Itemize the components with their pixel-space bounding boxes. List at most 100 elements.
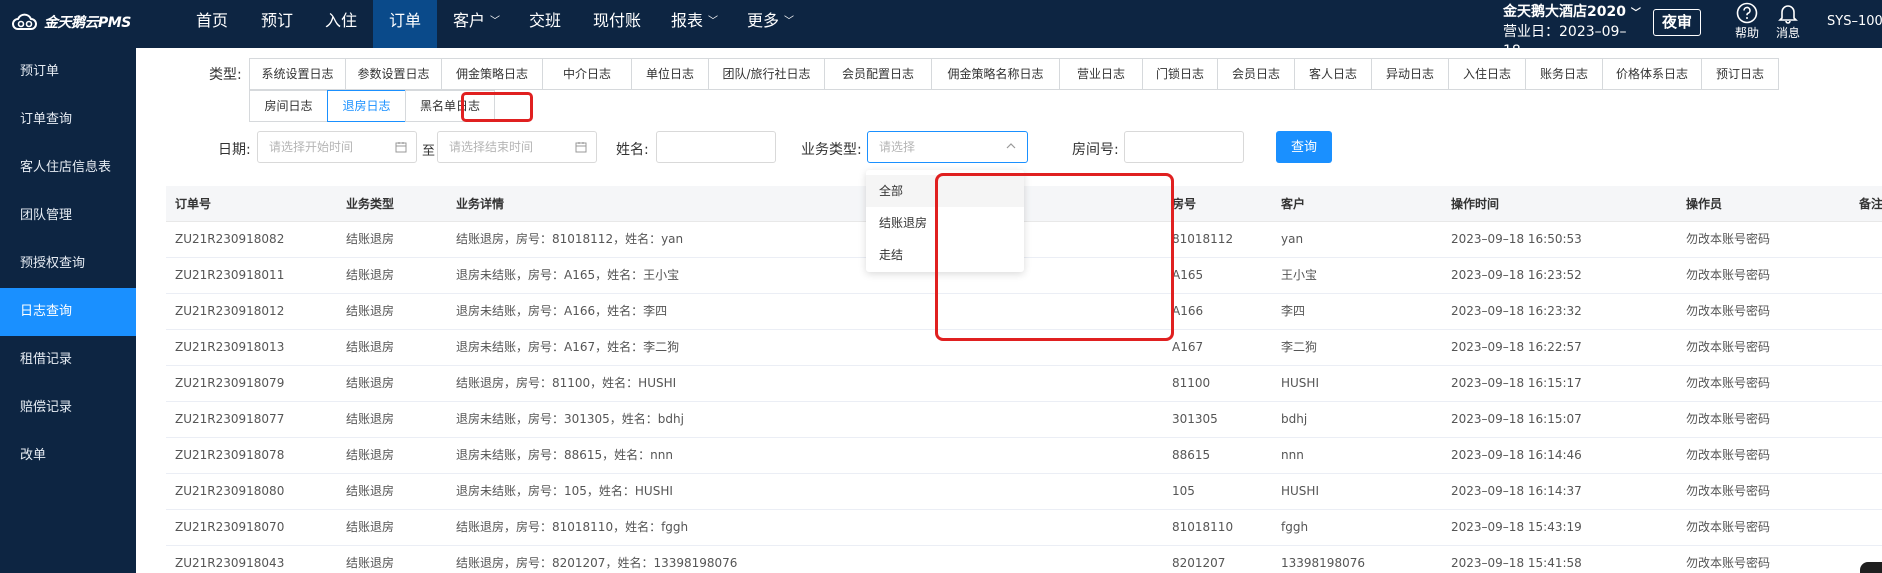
messages-label: 消息 — [1775, 26, 1800, 40]
biz-type-select[interactable]: 请选择 — [867, 131, 1028, 163]
table-cell: 结账退房，房号：81018110，姓名：fggh — [456, 520, 689, 534]
table-cell: HUSHI — [1281, 376, 1319, 390]
messages-button[interactable]: 消息 — [1770, 2, 1806, 41]
tab-log-type[interactable]: 佣金策略名称日志 — [931, 58, 1060, 90]
table-cell: 李二狗 — [1281, 340, 1318, 354]
end-date-placeholder: 请选择结束时间 — [449, 140, 534, 154]
date-label: 日期: — [218, 142, 251, 158]
dropdown-option[interactable]: 结账退房 — [866, 207, 1024, 239]
tab-log-type[interactable]: 会员配置日志 — [824, 58, 932, 90]
nav-item-label: 更多 — [747, 11, 780, 30]
sidebar-item[interactable]: 预订单 — [0, 48, 136, 96]
tab-log-type[interactable]: 客人日志 — [1294, 58, 1372, 90]
scroll-handle[interactable] — [1860, 562, 1882, 573]
tab-log-type[interactable]: 系统设置日志 — [249, 58, 346, 90]
tab-log-type[interactable]: 会员日志 — [1217, 58, 1295, 90]
sidebar-item[interactable]: 订单查询 — [0, 96, 136, 144]
table-cell: ZU21R230918082 — [175, 232, 285, 246]
biz-type-dropdown: 全部 结账退房 走结 — [866, 170, 1024, 272]
tab-log-type[interactable]: 账务日志 — [1525, 58, 1603, 90]
table-cell: 结账退房 — [346, 232, 395, 246]
table-cell: ZU21R230918011 — [175, 268, 285, 282]
table-row[interactable]: ZU21R230918079 结账退房 结账退房，房号：81100，姓名：HUSHI… — [166, 366, 1882, 402]
nav-item-6[interactable]: 现付账 — [577, 0, 655, 48]
tab-log-type[interactable]: 单位日志 — [631, 58, 709, 90]
tab-log-type[interactable]: 佣金策略日志 — [441, 58, 543, 90]
table-cell: 8201207 — [1172, 556, 1226, 570]
app-logo[interactable]: 金天鹅云PMS — [12, 12, 131, 32]
table-cell: 2023–09–18 16:22:57 — [1451, 340, 1582, 354]
table-row[interactable]: ZU21R230918043 结账退房 结账退房，房号：8201207，姓名：133… — [166, 546, 1882, 573]
table-row[interactable]: ZU21R230918078 结账退房 退房未结账，房号：88615，姓名：nnn 8… — [166, 438, 1882, 474]
calendar-icon — [395, 142, 407, 153]
table-cell: 结账退房 — [346, 304, 395, 318]
nav-item-2[interactable]: 入住 — [309, 0, 373, 48]
nav-item-label: 入住 — [325, 11, 358, 30]
dropdown-option[interactable]: 全部 — [866, 175, 1024, 207]
tab-log-type[interactable]: 预订日志 — [1701, 58, 1779, 90]
table-row[interactable]: ZU21R230918070 结账退房 结账退房，房号：81018110，姓名：fg… — [166, 510, 1882, 546]
table-cell: 结账退房 — [346, 376, 395, 390]
chevron-down-icon: ﹀ — [708, 16, 719, 27]
sidebar-item[interactable]: 日志查询 — [0, 288, 136, 336]
table-cell: A167 — [1172, 340, 1204, 354]
tab-log-type[interactable]: 价格体系日志 — [1602, 58, 1702, 90]
table-cell: 2023–09–18 16:23:32 — [1451, 304, 1582, 318]
table-cell: 2023–09–18 16:14:37 — [1451, 484, 1582, 498]
chevron-down-icon: ﹀ — [784, 16, 795, 27]
table-row[interactable]: ZU21R230918080 结账退房 退房未结账，房号：105，姓名：HUSHI 1… — [166, 474, 1882, 510]
sidebar-item[interactable]: 团队管理 — [0, 192, 136, 240]
tab-log-type[interactable]: 门锁日志 — [1142, 58, 1218, 90]
room-input[interactable] — [1124, 131, 1244, 163]
dropdown-option[interactable]: 走结 — [866, 239, 1024, 271]
user-menu[interactable]: SYS–1000 — [1827, 14, 1882, 29]
main-nav: 首页 预订 入住 订单 客户 ﹀ 交班 现付账 报表 ﹀ 更多 ﹀ — [180, 0, 807, 48]
table-row[interactable]: ZU21R230918013 结账退房 退房未结账，房号：A167，姓名：李二狗 A1… — [166, 330, 1882, 366]
help-button[interactable]: 帮助 — [1729, 2, 1765, 41]
table-row[interactable]: ZU21R230918011 结账退房 退房未结账，房号：A165，姓名：王小宝 A1… — [166, 258, 1882, 294]
sidebar-item[interactable]: 改单 — [0, 432, 136, 480]
table-cell: ZU21R230918043 — [175, 556, 285, 570]
nav-item-3[interactable]: 订单 — [373, 0, 437, 48]
start-date-input[interactable]: 请选择开始时间 — [257, 131, 417, 163]
table-row[interactable]: ZU21R230918082 结账退房 结账退房，房号：81018112，姓名：ya… — [166, 222, 1882, 258]
tab-log-type[interactable]: 房间日志 — [249, 90, 328, 122]
tab-log-type[interactable]: 入住日志 — [1448, 58, 1526, 90]
room-label: 房间号: — [1072, 142, 1119, 158]
sidebar-item[interactable]: 客人住店信息表 — [0, 144, 136, 192]
sidebar-item[interactable]: 租借记录 — [0, 336, 136, 384]
nav-item-7[interactable]: 报表 ﹀ — [655, 0, 731, 48]
tab-log-type[interactable]: 异动日志 — [1371, 58, 1449, 90]
tab-log-type[interactable]: 营业日志 — [1059, 58, 1143, 90]
table-cell: 王小宝 — [1281, 268, 1318, 282]
table-cell: 结账退房 — [346, 484, 395, 498]
name-input[interactable] — [656, 131, 776, 163]
table-cell: 2023–09–18 16:23:52 — [1451, 268, 1582, 282]
nav-item-8[interactable]: 更多 ﹀ — [731, 0, 807, 48]
query-button[interactable]: 查询 — [1276, 131, 1332, 163]
sidebar-item[interactable]: 赔偿记录 — [0, 384, 136, 432]
night-audit-button[interactable]: 夜审 — [1653, 9, 1701, 36]
biz-type-placeholder: 请选择 — [879, 140, 916, 154]
table-cell: 2023–09–18 16:14:46 — [1451, 448, 1582, 462]
nav-item-1[interactable]: 预订 — [245, 0, 309, 48]
end-date-input[interactable]: 请选择结束时间 — [437, 131, 597, 163]
column-header: 备注 — [1859, 197, 1882, 211]
nav-item-0[interactable]: 首页 — [180, 0, 245, 48]
help-label: 帮助 — [1734, 26, 1759, 40]
tab-log-type[interactable]: 参数设置日志 — [345, 58, 442, 90]
table-cell: A166 — [1172, 304, 1204, 318]
sidebar-item[interactable]: 预授权查询 — [0, 240, 136, 288]
table-cell: ZU21R230918078 — [175, 448, 285, 462]
table-row[interactable]: ZU21R230918077 结账退房 退房未结账，房号：301305，姓名：bdh… — [166, 402, 1882, 438]
tab-log-type[interactable]: 中介日志 — [542, 58, 632, 90]
hotel-name: 金天鹅大酒店2020 — [1503, 4, 1626, 20]
table-row[interactable]: ZU21R230918012 结账退房 退房未结账，房号：A166，姓名：李四 A16… — [166, 294, 1882, 330]
tab-log-type[interactable]: 团队/旅行社日志 — [708, 58, 825, 90]
table-cell: 勿改本账号密码 — [1686, 556, 1771, 570]
table-cell: 勿改本账号密码 — [1686, 448, 1771, 462]
table-cell: 勿改本账号密码 — [1686, 268, 1771, 282]
tab-log-type[interactable]: 退房日志 — [327, 90, 406, 122]
nav-item-5[interactable]: 交班 — [513, 0, 577, 48]
nav-item-4[interactable]: 客户 ﹀ — [437, 0, 513, 48]
